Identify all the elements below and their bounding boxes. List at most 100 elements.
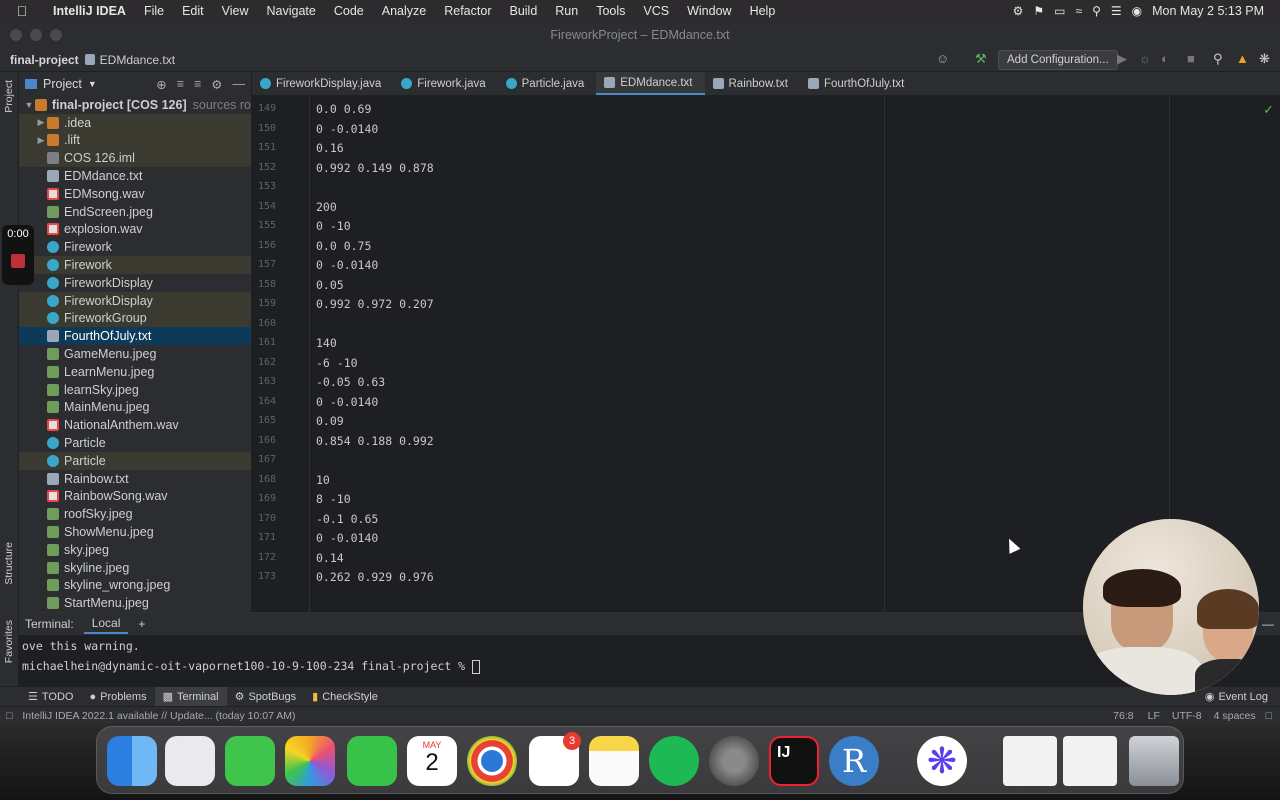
facetime-icon[interactable] [347, 736, 397, 786]
control-center-icon[interactable]: ☰ [1111, 4, 1122, 18]
spotlight-search-icon[interactable]: ⚲ [1092, 4, 1101, 18]
messages-icon[interactable] [225, 736, 275, 786]
tree-item[interactable]: ShowMenu.jpeg [19, 523, 251, 541]
code-line[interactable]: 0.854 0.188 0.992 [316, 434, 434, 448]
tree-item[interactable]: Particle [19, 451, 251, 470]
tree-item[interactable]: skyline_wrong.jpeg [19, 577, 251, 595]
photos-icon[interactable] [285, 736, 335, 786]
code-line[interactable]: 0.992 0.149 0.878 [316, 161, 434, 175]
gear-icon[interactable]: ⚙ [211, 77, 222, 92]
spotbugs-tool-button[interactable]: ⚙ SpotBugs [227, 690, 305, 704]
code-line[interactable]: 0.262 0.929 0.976 [316, 570, 434, 584]
project-tool-tab[interactable]: Project [3, 80, 15, 113]
editor-tab[interactable]: Firework.java [393, 72, 497, 95]
tree-item[interactable]: Particle [19, 434, 251, 452]
menu-help[interactable]: Help [741, 4, 785, 18]
menu-analyze[interactable]: Analyze [373, 4, 435, 18]
editor-tab[interactable]: FourthOfJuly.txt [800, 72, 916, 95]
menu-build[interactable]: Build [500, 4, 546, 18]
tree-item[interactable]: EndScreen.jpeg [19, 203, 251, 221]
project-view-selector[interactable]: Project [43, 77, 82, 91]
editor-tab[interactable]: Rainbow.txt [705, 72, 800, 95]
stop-icon[interactable]: ■ [1187, 51, 1195, 66]
intellij-icon[interactable]: IJ [769, 736, 819, 786]
lock-icon[interactable]: □ [1262, 710, 1280, 722]
stop-recording-button[interactable] [11, 254, 25, 268]
new-terminal-button[interactable]: + [138, 617, 145, 631]
code-line[interactable]: 0 -0.0140 [316, 531, 378, 545]
menu-vcs[interactable]: VCS [634, 4, 678, 18]
search-icon[interactable]: ⚲ [1213, 51, 1223, 67]
debug-icon[interactable]: ☼ [1139, 51, 1151, 66]
structure-tool-tab[interactable]: Structure [3, 542, 15, 585]
tree-item[interactable]: GameMenu.jpeg [19, 345, 251, 363]
tree-item[interactable]: ▶ .idea [19, 113, 251, 132]
app-menu[interactable]: IntelliJ IDEA [44, 4, 135, 18]
problems-tool-button[interactable]: ● Problems [81, 691, 154, 703]
tree-item[interactable]: LearnMenu.jpeg [19, 363, 251, 381]
tree-item[interactable]: explosion.wav [19, 221, 251, 239]
hide-panel-icon[interactable]: — [233, 77, 246, 92]
code-line[interactable]: 0.05 [316, 278, 344, 292]
terminal-prompt-line[interactable]: michaelhein@dynamic-oit-vapornet100-10-9… [22, 659, 481, 674]
menu-navigate[interactable]: Navigate [258, 4, 325, 18]
menu-run[interactable]: Run [546, 4, 587, 18]
launchpad-icon[interactable] [165, 736, 215, 786]
code-line[interactable]: 0 -0.0140 [316, 395, 378, 409]
minimize-window-button[interactable] [30, 29, 42, 41]
tree-item[interactable]: NationalAnthem.wav [19, 416, 251, 434]
hide-terminal-icon[interactable]: — [1262, 617, 1280, 631]
zoom-window-button[interactable] [50, 29, 62, 41]
asterisk-app-icon[interactable]: ❋ [917, 736, 967, 786]
collapse-all-icon[interactable]: ≡ [194, 77, 201, 92]
rstudio-icon[interactable]: R [829, 736, 879, 786]
menu-file[interactable]: File [135, 4, 173, 18]
code-line[interactable]: 0 -0.0140 [316, 122, 378, 136]
terminal-tab-local[interactable]: Local [83, 614, 129, 634]
tree-item[interactable]: FireworkDisplay [19, 274, 251, 292]
code-line[interactable]: 0 -10 [316, 219, 351, 233]
chevron-right-icon[interactable]: ▶ [35, 135, 47, 146]
code-line[interactable]: 0.16 [316, 141, 344, 155]
code-line[interactable]: 0.14 [316, 551, 344, 565]
file-encoding[interactable]: UTF-8 [1166, 710, 1208, 722]
notes-icon[interactable] [589, 736, 639, 786]
user-account-icon[interactable]: ☺ [936, 51, 949, 66]
favorites-tool-tab[interactable]: Favorites [3, 620, 15, 663]
indent-setting[interactable]: 4 spaces [1208, 710, 1262, 722]
status-message[interactable]: IntelliJ IDEA 2022.1 available // Update… [18, 710, 295, 722]
system-preferences-icon[interactable] [709, 736, 759, 786]
code-line[interactable]: 0.09 [316, 414, 344, 428]
tree-item[interactable]: learnSky.jpeg [19, 381, 251, 399]
editor-tab[interactable]: FireworkDisplay.java [252, 72, 393, 95]
us-flag-icon[interactable]: ⚑ [1033, 4, 1044, 18]
code-line[interactable]: -0.05 0.63 [316, 375, 385, 389]
close-window-button[interactable] [10, 29, 22, 41]
breadcrumb-project[interactable]: final-project [0, 53, 85, 67]
code-line[interactable]: 0.992 0.972 0.207 [316, 297, 434, 311]
menu-edit[interactable]: Edit [173, 4, 213, 18]
chrome-window-thumbnail[interactable] [1003, 736, 1057, 786]
tree-item[interactable]: roofSky.jpeg [19, 505, 251, 523]
expand-all-icon[interactable]: ≡ [177, 77, 184, 92]
cursor-position[interactable]: 76:8 [1105, 710, 1141, 722]
tree-item[interactable]: sky.jpeg [19, 541, 251, 559]
apple-menu-icon[interactable]:  [0, 3, 44, 19]
menu-view[interactable]: View [213, 4, 258, 18]
tree-item[interactable]: Rainbow.txt [19, 470, 251, 488]
tree-item[interactable]: skyline.jpeg [19, 559, 251, 577]
finder-icon[interactable] [107, 736, 157, 786]
update-icon[interactable]: ▲ [1236, 51, 1249, 66]
chevron-down-icon[interactable]: ▼ [88, 79, 97, 89]
menu-tools[interactable]: Tools [587, 4, 634, 18]
locate-file-icon[interactable]: ⊕ [156, 77, 166, 92]
editor-tab[interactable]: Particle.java [498, 72, 597, 95]
settings-gear-icon[interactable]: ⚙ [1013, 4, 1024, 18]
wifi-icon[interactable]: ≈ [1076, 4, 1083, 18]
siri-icon[interactable]: ◉ [1132, 4, 1142, 18]
battery-icon[interactable]: ▭ [1054, 4, 1065, 18]
menu-refactor[interactable]: Refactor [435, 4, 500, 18]
trash-icon[interactable] [1129, 736, 1179, 786]
checkstyle-tool-button[interactable]: ▮ CheckStyle [304, 690, 386, 704]
code-line[interactable]: 10 [316, 473, 330, 487]
